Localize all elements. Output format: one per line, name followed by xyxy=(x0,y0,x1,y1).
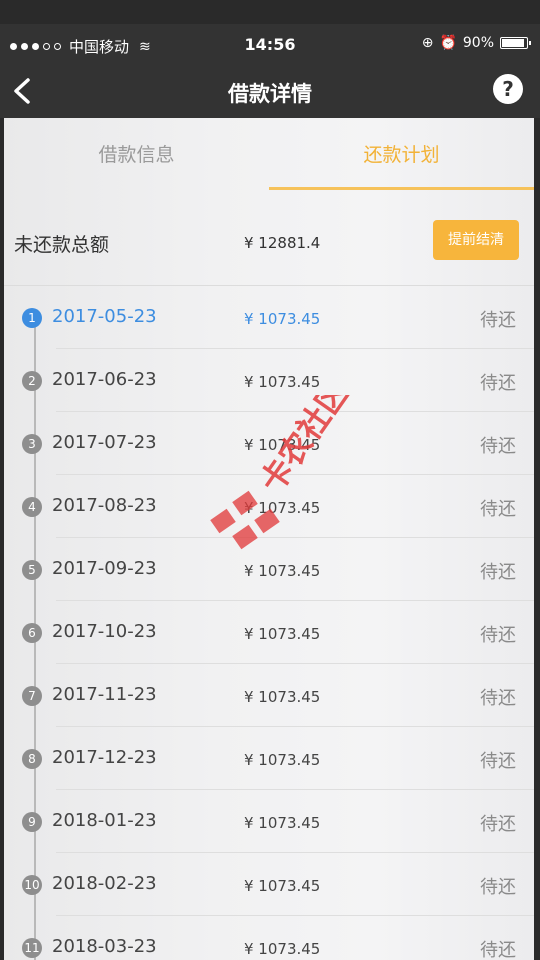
installment-status: 待还 xyxy=(480,688,516,709)
installment-amount: ¥ 1073.45 xyxy=(244,373,321,391)
installment-status: 待还 xyxy=(480,310,516,331)
installment-number-badge: 8 xyxy=(22,749,42,769)
due-date: 2017-06-23 xyxy=(52,369,157,390)
repayment-schedule-list: 1 2017-05-23 ¥ 1073.45 待还 2 2017-06-23 ¥ 1073.… xyxy=(4,286,534,960)
due-date: 2017-10-23 xyxy=(52,621,157,642)
schedule-row[interactable]: 1 2017-05-23 ¥ 1073.45 待还 xyxy=(4,286,534,349)
installment-number-badge: 11 xyxy=(22,938,42,958)
outstanding-total-label: 未还款总额 xyxy=(14,234,110,256)
alarm-icon: ⏰ xyxy=(439,35,457,51)
installment-number-badge: 1 xyxy=(22,308,42,328)
installment-amount: ¥ 1073.45 xyxy=(244,310,321,328)
installment-number-badge: 9 xyxy=(22,812,42,832)
page-title: 借款详情 xyxy=(228,82,312,106)
installment-status: 待还 xyxy=(480,625,516,646)
watermark-text: 卡农社区 xyxy=(252,395,355,500)
due-date: 2017-05-23 xyxy=(52,306,157,327)
tab-repayment-plan[interactable]: 还款计划 xyxy=(269,140,534,167)
outstanding-total-row: 未还款总额 ¥ 12881.4 提前结清 xyxy=(4,192,534,286)
installment-status: 待还 xyxy=(480,877,516,898)
installment-number-badge: 10 xyxy=(22,875,42,895)
installment-amount: ¥ 1073.45 xyxy=(244,814,321,832)
installment-number-badge: 3 xyxy=(22,434,42,454)
installment-status: 待还 xyxy=(480,751,516,772)
installment-status: 待还 xyxy=(480,499,516,520)
battery-percent: 90% xyxy=(462,35,494,51)
installment-amount: ¥ 1073.45 xyxy=(244,940,321,958)
schedule-row[interactable]: 11 2018-03-23 ¥ 1073.45 待还 xyxy=(4,916,534,960)
status-bar: 中国移动 ≋ 14:56 ⊕ ⏰ 90% xyxy=(0,24,540,66)
tab-loan-info[interactable]: 借款信息 xyxy=(4,140,269,167)
rotation-lock-icon: ⊕ xyxy=(421,35,434,51)
due-date: 2017-08-23 xyxy=(52,495,157,516)
battery-icon xyxy=(500,37,531,49)
help-button[interactable]: ? xyxy=(493,74,523,104)
battery-fill xyxy=(502,39,524,47)
installment-status: 待还 xyxy=(480,940,516,960)
active-tab-indicator xyxy=(269,187,534,190)
schedule-row[interactable]: 7 2017-11-23 ¥ 1073.45 待还 xyxy=(4,664,534,727)
due-date: 2017-11-23 xyxy=(52,684,157,705)
due-date: 2018-03-23 xyxy=(52,936,157,957)
due-date: 2018-02-23 xyxy=(52,873,157,894)
tab-bar: 借款信息 还款计划 xyxy=(4,118,534,192)
status-right: ⊕ ⏰ 90% xyxy=(421,35,531,51)
watermark-logo: 卡农社区 xyxy=(210,395,355,550)
due-date: 2018-01-23 xyxy=(52,810,157,831)
due-date: 2017-07-23 xyxy=(52,432,157,453)
due-date: 2017-12-23 xyxy=(52,747,157,768)
installment-amount: ¥ 1073.45 xyxy=(244,688,321,706)
installment-status: 待还 xyxy=(480,562,516,583)
installment-status: 待还 xyxy=(480,373,516,394)
installment-amount: ¥ 1073.45 xyxy=(244,877,321,895)
installment-amount: ¥ 1073.45 xyxy=(244,625,321,643)
nav-bar: 借款详情 ? xyxy=(0,66,540,118)
schedule-row[interactable]: 10 2018-02-23 ¥ 1073.45 待还 xyxy=(4,853,534,916)
installment-amount: ¥ 1073.45 xyxy=(244,751,321,769)
schedule-row[interactable]: 8 2017-12-23 ¥ 1073.45 待还 xyxy=(4,727,534,790)
outstanding-total-amount: ¥ 12881.4 xyxy=(244,234,321,252)
due-date: 2017-09-23 xyxy=(52,558,157,579)
schedule-row[interactable]: 6 2017-10-23 ¥ 1073.45 待还 xyxy=(4,601,534,664)
prepay-settle-button[interactable]: 提前结清 xyxy=(433,220,519,260)
installment-number-badge: 4 xyxy=(22,497,42,517)
installment-number-badge: 6 xyxy=(22,623,42,643)
schedule-row[interactable]: 9 2018-01-23 ¥ 1073.45 待还 xyxy=(4,790,534,853)
installment-number-badge: 2 xyxy=(22,371,42,391)
installment-number-badge: 5 xyxy=(22,560,42,580)
installment-status: 待还 xyxy=(480,814,516,835)
installment-status: 待还 xyxy=(480,436,516,457)
installment-number-badge: 7 xyxy=(22,686,42,706)
